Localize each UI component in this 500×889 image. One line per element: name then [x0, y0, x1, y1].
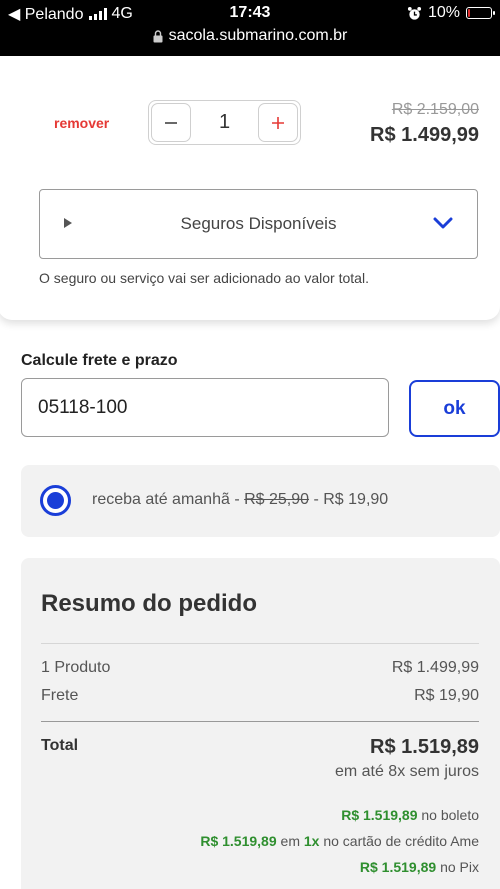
pix-value: R$ 1.519,89: [359, 859, 437, 875]
pix-payment: R$ 1.519,89 no Pix: [360, 859, 479, 875]
shipping-radio[interactable]: [40, 485, 71, 516]
decrease-button[interactable]: [151, 103, 191, 142]
shipping-option-text: receba até amanhã - R$ 25,90 - R$ 19,90: [92, 491, 388, 509]
plus-icon: [272, 116, 284, 129]
freight-value: R$ 19,90: [414, 687, 479, 704]
card-times: 1x: [303, 833, 320, 849]
status-bar: ◀ Pelando 4G 17:43 10% sacola.submarino.…: [0, 0, 500, 56]
shipping-old-price: R$ 25,90: [244, 491, 310, 508]
chevron-down-icon: [433, 217, 453, 229]
card-payment: R$ 1.519,89 em 1x no cartão de crédito A…: [200, 833, 479, 849]
increase-button[interactable]: [258, 103, 298, 142]
battery-percent: 10%: [427, 4, 460, 21]
installments-text: em até 8x sem juros: [334, 763, 479, 780]
boleto-label: no boleto: [417, 807, 479, 823]
freight-label: Frete: [41, 687, 79, 704]
current-price: R$ 1.499,99: [370, 124, 479, 146]
calculate-shipping-button[interactable]: ok: [409, 380, 500, 437]
battery-icon: [466, 7, 495, 19]
address-bar[interactable]: sacola.submarino.com.br: [0, 27, 500, 45]
products-label: 1 Produto: [41, 659, 111, 676]
shipping-new-price: - R$ 19,90: [309, 491, 389, 508]
card-mid: em: [276, 833, 304, 849]
card-value: R$ 1.519,89: [200, 833, 277, 849]
battery-info: 10%: [407, 4, 495, 22]
shipping-option[interactable]: receba até amanhã - R$ 25,90 - R$ 19,90: [21, 465, 500, 537]
minus-icon: [165, 121, 177, 124]
pix-label: no Pix: [436, 859, 479, 875]
total-value: R$ 1.519,89: [370, 736, 479, 758]
insurance-label: Seguros Disponíveis: [180, 214, 337, 233]
quantity-stepper: 1: [148, 100, 301, 145]
order-summary: Resumo do pedido 1 Produto R$ 1.499,99 F…: [21, 558, 500, 889]
boleto-payment: R$ 1.519,89 no boleto: [341, 807, 479, 823]
cep-input[interactable]: [21, 378, 389, 437]
shipping-option-prefix: receba até amanhã -: [92, 491, 245, 508]
insurance-note: O seguro ou serviço vai ser adicionado a…: [39, 270, 369, 286]
old-price: R$ 2.159,00: [391, 101, 479, 118]
summary-divider: [41, 643, 479, 644]
remove-link[interactable]: remover: [54, 115, 109, 131]
summary-title: Resumo do pedido: [41, 590, 257, 617]
total-divider: [41, 721, 479, 722]
products-value: R$ 1.499,99: [391, 659, 479, 676]
quantity-value: 1: [218, 111, 231, 133]
alarm-icon: [407, 6, 422, 20]
boleto-value: R$ 1.519,89: [341, 807, 418, 823]
url-text: sacola.submarino.com.br: [168, 27, 348, 44]
lock-icon: [153, 29, 163, 42]
total-label: Total: [41, 737, 79, 754]
card-label: no cartão de crédito Ame: [319, 833, 479, 849]
product-card: remover 1 R$ 2.159,00 R$ 1.499,99 Seguro…: [0, 56, 500, 320]
shipping-title: Calcule frete e prazo: [21, 352, 178, 369]
insurance-dropdown[interactable]: Seguros Disponíveis: [39, 189, 478, 259]
